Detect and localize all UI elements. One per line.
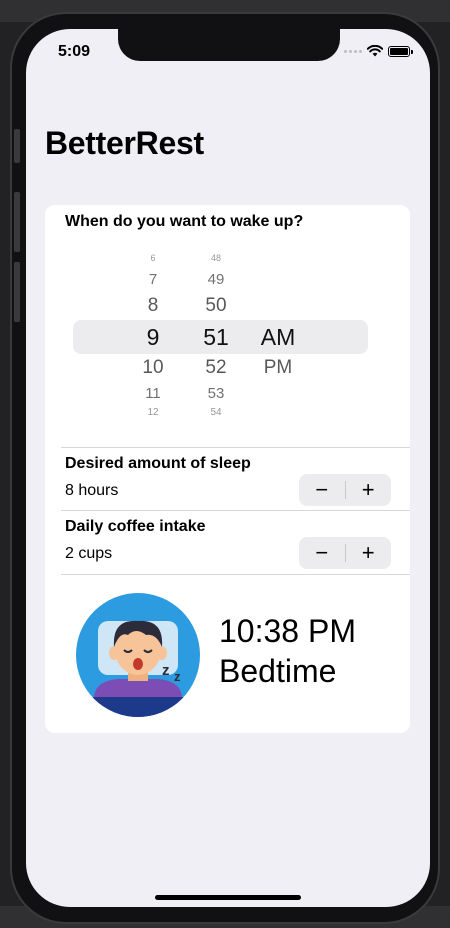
status-icons (344, 45, 413, 57)
picker-minute-option[interactable]: 50 (195, 295, 237, 317)
picker-hour-selected[interactable]: 9 (133, 324, 173, 351)
picker-hour-option[interactable]: 12 (133, 407, 173, 418)
screen: 5:09 BetterRest When do you want to wake… (26, 29, 430, 907)
coffee-decrement-button[interactable]: − (299, 537, 345, 569)
mute-switch (14, 129, 20, 163)
coffee-intake-value: 2 cups (65, 545, 113, 562)
picker-period-selected[interactable]: AM (253, 324, 303, 351)
bedtime-label: Bedtime (219, 653, 337, 689)
sleeping-person-icon: z z (76, 593, 200, 717)
picker-hour-option[interactable]: 10 (133, 357, 173, 379)
wake-time-picker[interactable]: 6 7 8 9 10 11 12 48 49 50 51 52 53 54 AM… (45, 247, 410, 427)
divider (61, 510, 410, 511)
picker-minute-option[interactable]: 54 (195, 407, 237, 418)
volume-up-button (14, 192, 20, 252)
notch (118, 29, 340, 61)
volume-down-button (14, 262, 20, 322)
wake-up-label: When do you want to wake up? (65, 213, 304, 230)
status-time: 5:09 (58, 43, 91, 60)
settings-card: When do you want to wake up? 6 7 8 9 10 … (45, 205, 410, 733)
picker-minute-option[interactable]: 49 (195, 271, 237, 288)
sleep-increment-button[interactable]: + (345, 474, 391, 506)
sleep-amount-stepper[interactable]: − + (299, 474, 391, 506)
picker-minute-selected[interactable]: 51 (195, 324, 237, 351)
picker-minute-option[interactable]: 52 (195, 357, 237, 379)
coffee-increment-button[interactable]: + (345, 537, 391, 569)
home-indicator[interactable] (155, 895, 301, 900)
wifi-icon (367, 45, 383, 57)
cellular-signal-icon (344, 49, 362, 53)
page-title: BetterRest (45, 125, 204, 161)
coffee-intake-label: Daily coffee intake (65, 518, 206, 535)
bedtime-value: 10:38 PM (219, 613, 356, 649)
svg-text:z: z (162, 662, 170, 679)
sleep-amount-value: 8 hours (65, 482, 119, 499)
picker-minute-option[interactable]: 53 (195, 385, 237, 402)
picker-hour-option[interactable]: 11 (133, 385, 173, 402)
svg-text:z: z (174, 669, 181, 684)
picker-period-option[interactable]: PM (253, 357, 303, 379)
sleep-decrement-button[interactable]: − (299, 474, 345, 506)
picker-hour-option[interactable]: 6 (133, 253, 173, 263)
coffee-intake-stepper[interactable]: − + (299, 537, 391, 569)
picker-hour-option[interactable]: 7 (133, 271, 173, 288)
battery-icon (388, 45, 413, 57)
picker-hour-option[interactable]: 8 (133, 295, 173, 317)
picker-minute-option[interactable]: 48 (195, 253, 237, 263)
sleep-amount-label: Desired amount of sleep (65, 455, 251, 472)
divider (61, 574, 410, 575)
divider (61, 447, 410, 448)
